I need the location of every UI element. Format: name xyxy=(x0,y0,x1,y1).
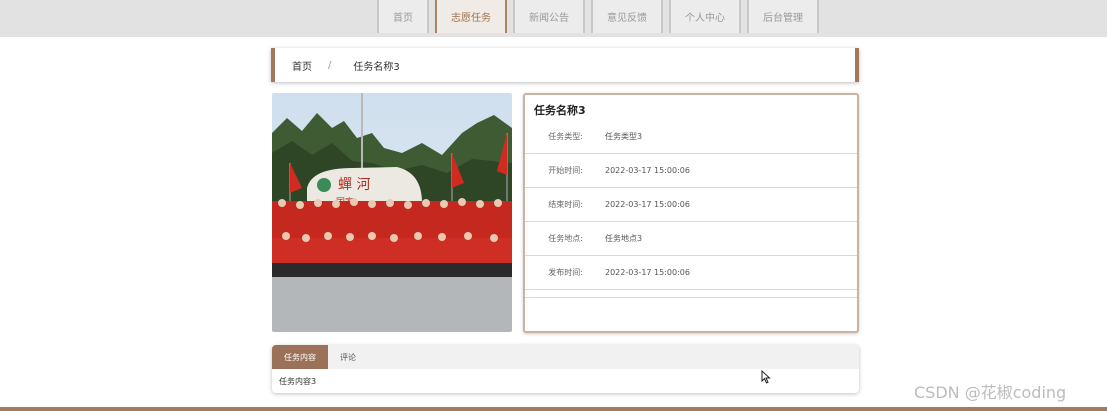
main-nav: 首页 志愿任务 新闻公告 意见反馈 个人中心 后台管理 xyxy=(377,0,825,33)
nav-item-news[interactable]: 新闻公告 xyxy=(513,0,585,33)
task-detail-panel: 任务名称3 任务类型: 任务类型3 开始时间: 2022-03-17 15:00… xyxy=(523,93,859,333)
breadcrumb: 首页 / 任务名称3 xyxy=(271,48,859,82)
nav-item-home[interactable]: 首页 xyxy=(377,0,429,33)
svg-text:蟬 河: 蟬 河 xyxy=(338,177,370,193)
detail-value: 任务类型3 xyxy=(605,132,643,141)
detail-row-publish-time: 发布时间: 2022-03-17 15:00:06 xyxy=(525,256,857,290)
top-nav-bar: 首页 志愿任务 新闻公告 意见反馈 个人中心 后台管理 xyxy=(0,0,1107,37)
detail-value: 任务地点3 xyxy=(605,234,643,243)
detail-row-type: 任务类型: 任务类型3 xyxy=(525,120,857,154)
task-photo: 蟬 河 国家 xyxy=(272,93,512,332)
detail-value: 2022-03-17 15:00:06 xyxy=(605,200,690,209)
detail-label: 结束时间: xyxy=(548,200,583,209)
nav-item-admin[interactable]: 后台管理 xyxy=(747,0,819,33)
detail-label: 开始时间: xyxy=(548,166,583,175)
nav-item-feedback[interactable]: 意见反馈 xyxy=(591,0,663,33)
detail-row-end-time: 结束时间: 2022-03-17 15:00:06 xyxy=(525,188,857,222)
task-title: 任务名称3 xyxy=(534,104,586,117)
breadcrumb-separator: / xyxy=(328,59,332,71)
tab-comments[interactable]: 评论 xyxy=(328,345,368,369)
tab-task-content[interactable]: 任务内容 xyxy=(272,345,328,369)
detail-divider xyxy=(525,290,857,298)
detail-label: 任务地点: xyxy=(548,234,583,243)
detail-row-location: 任务地点: 任务地点3 xyxy=(525,222,857,256)
detail-label: 发布时间: xyxy=(548,268,583,277)
detail-value: 2022-03-17 15:00:06 xyxy=(605,166,690,175)
watermark: CSDN @花椒coding xyxy=(914,383,1067,402)
detail-value: 2022-03-17 15:00:06 xyxy=(605,268,690,277)
nav-item-profile[interactable]: 个人中心 xyxy=(669,0,741,33)
detail-row-start-time: 开始时间: 2022-03-17 15:00:06 xyxy=(525,154,857,188)
tab-bar: 任务内容 评论 xyxy=(272,345,859,369)
breadcrumb-current: 任务名称3 xyxy=(353,61,400,73)
breadcrumb-home-link[interactable]: 首页 xyxy=(292,58,312,73)
mouse-pointer-icon xyxy=(761,369,771,388)
nav-item-volunteer-tasks[interactable]: 志愿任务 xyxy=(435,0,507,33)
detail-label: 任务类型: xyxy=(548,132,583,141)
footer-bar xyxy=(0,407,1107,411)
